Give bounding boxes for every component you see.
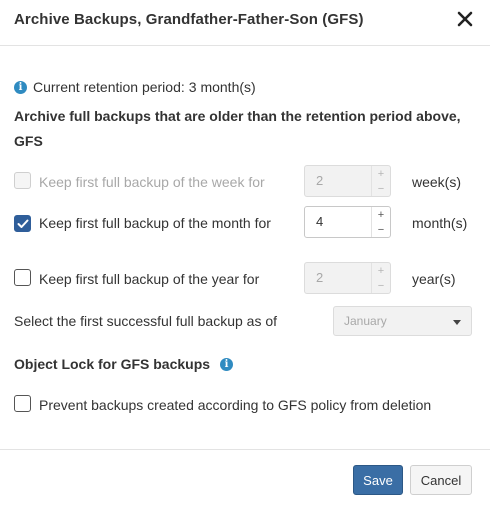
close-icon: [457, 11, 473, 27]
week-stepper-value: 2: [316, 173, 324, 188]
week-stepper[interactable]: 2 + −: [304, 165, 391, 197]
object-lock-option-label: Prevent backups created according to GFS…: [39, 397, 432, 413]
year-stepper-value: 2: [316, 270, 324, 285]
month-option: Keep first full backup of the month for: [14, 213, 284, 234]
month-stepper-value: 4: [316, 214, 324, 229]
first-backup-label: Select the first successful full backup …: [14, 313, 278, 329]
week-checkbox[interactable]: [14, 172, 31, 189]
week-decrement-button[interactable]: −: [372, 181, 390, 196]
year-checkbox[interactable]: [14, 269, 31, 286]
cancel-button[interactable]: Cancel: [410, 465, 472, 495]
info-icon: i: [14, 80, 27, 94]
week-increment-button[interactable]: +: [372, 166, 390, 181]
section-heading: Archive full backups that are older than…: [14, 108, 461, 149]
week-option-label: Keep first full backup of the week for: [39, 174, 265, 190]
object-lock-checkbox[interactable]: [14, 395, 31, 412]
year-increment-button[interactable]: +: [372, 263, 390, 278]
week-option: Keep first full backup of the week for: [14, 172, 265, 193]
dialog-footer: Save Cancel: [0, 449, 490, 506]
week-unit: week(s): [412, 174, 462, 190]
year-stepper[interactable]: 2 + −: [304, 262, 391, 294]
checkmark-icon: [17, 219, 28, 228]
retention-label: Current retention period:: [33, 79, 185, 95]
save-button[interactable]: Save: [353, 465, 403, 495]
retention-value: 3 month(s): [188, 79, 256, 95]
object-lock-title: Object Lock for GFS backups: [14, 356, 211, 372]
caret-down-icon: [453, 320, 461, 325]
month-checkbox[interactable]: [14, 215, 31, 232]
object-lock-option: Prevent backups created according to GFS…: [14, 395, 431, 416]
month-option-label: Keep first full backup of the month for: [39, 215, 271, 231]
year-unit: year(s): [412, 271, 456, 287]
month-increment-button[interactable]: +: [372, 207, 390, 222]
year-option: Keep first full backup of the year for: [14, 269, 259, 290]
first-backup-select[interactable]: January: [333, 306, 472, 336]
info-icon[interactable]: i: [220, 357, 234, 371]
dialog-header: Archive Backups, Grandfather-Father-Son …: [0, 0, 490, 46]
year-option-label: Keep first full backup of the year for: [39, 271, 260, 287]
object-lock-heading: Object Lock for GFS backups i: [14, 356, 234, 372]
month-stepper[interactable]: 4 + −: [304, 206, 391, 238]
month-unit: month(s): [412, 215, 468, 231]
gfs-dialog: Archive Backups, Grandfather-Father-Son …: [0, 0, 490, 506]
month-decrement-button[interactable]: −: [372, 222, 390, 237]
retention-info: i Current retention period: 3 month(s): [14, 78, 256, 96]
dialog-title: Archive Backups, Grandfather-Father-Son …: [14, 11, 364, 28]
first-backup-selected: January: [344, 314, 387, 328]
close-button[interactable]: [452, 8, 478, 32]
year-decrement-button[interactable]: −: [372, 278, 390, 293]
